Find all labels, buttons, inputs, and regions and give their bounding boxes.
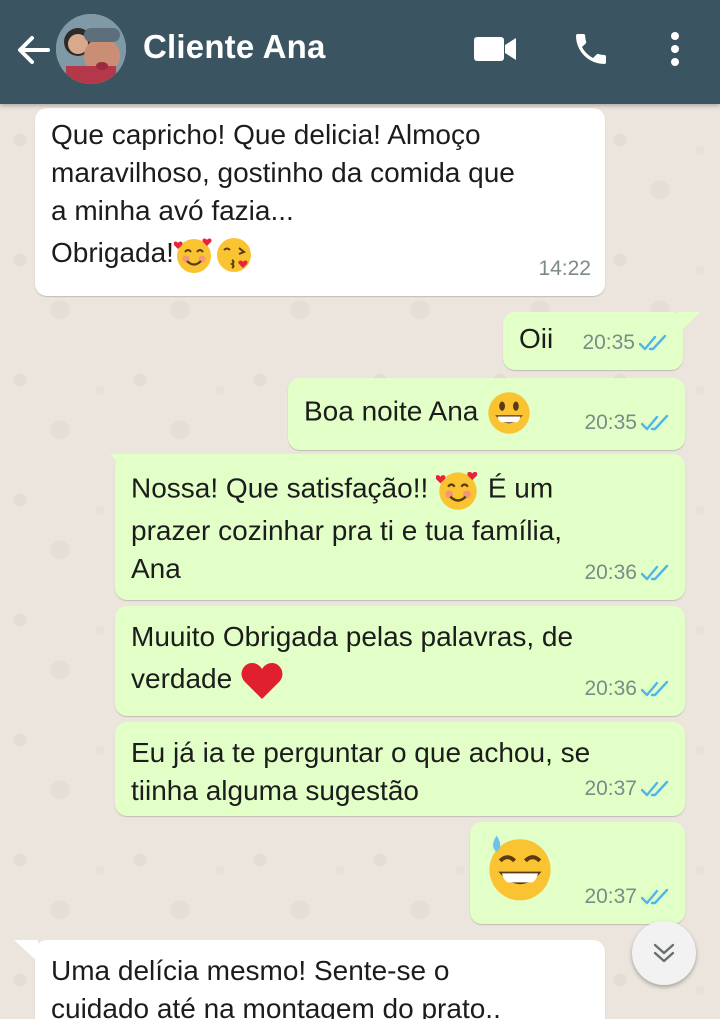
double-check-icon: [641, 780, 669, 797]
message-time: 20:36: [584, 561, 637, 584]
back-button[interactable]: [12, 28, 56, 72]
message-time: 20:35: [584, 411, 637, 434]
message-text: Muuito Obrigada pelas palavras, de: [131, 621, 574, 652]
message-text: Boa noite Ana: [304, 395, 479, 427]
more-options-button[interactable]: [650, 24, 700, 74]
smiling-face-with-hearts-emoji: [173, 238, 212, 273]
message-text: Obrigada!: [51, 237, 174, 268]
message-text: Uma delícia mesmo! Sente-se o: [51, 955, 450, 986]
message-text: verdade: [131, 663, 233, 694]
message-meta: 20:37: [584, 878, 671, 916]
message-text: É um: [487, 472, 554, 504]
red-heart-emoji: [241, 662, 283, 699]
message-time: 20:37: [584, 885, 637, 908]
grinning-face-with-sweat-emoji: [489, 835, 551, 901]
double-check-icon: [639, 334, 667, 351]
double-check-icon: [641, 414, 669, 431]
message-text: a minha avó fazia...: [51, 195, 294, 226]
message-bubble-outgoing[interactable]: Oii 20:35: [503, 312, 683, 370]
message-text: Eu já ia te perguntar o que achou, se: [131, 737, 591, 768]
double-check-icon: [641, 680, 669, 697]
message-meta: 20:35: [582, 324, 669, 362]
message-time: 14:22: [538, 257, 591, 280]
message-bubble-outgoing[interactable]: 20:37: [470, 822, 685, 924]
bubble-tail: [110, 454, 132, 476]
bubble-tail: [14, 940, 38, 962]
phone-icon: [576, 34, 606, 64]
message-text: maravilhoso, gostinho da comida que: [51, 157, 515, 188]
chevron-double-down-icon: [653, 943, 675, 963]
message-meta: 20:37: [584, 770, 671, 808]
message-meta: 14:22: [538, 250, 591, 288]
message-text: Que capricho! Que delicia! Almoço: [51, 119, 481, 150]
message-bubble-outgoing[interactable]: Boa noite Ana 20:35: [288, 378, 685, 450]
voice-call-button[interactable]: [566, 24, 616, 74]
message-meta: 20:36: [584, 554, 671, 592]
message-bubble-outgoing[interactable]: Nossa! Que satisfação!! É um prazer cozi…: [115, 454, 685, 600]
chat-header: Cliente Ana: [0, 0, 720, 104]
contact-avatar[interactable]: [56, 14, 126, 84]
message-meta: 20:36: [584, 670, 671, 708]
grinning-face-emoji: [488, 392, 530, 434]
message-meta: 20:35: [584, 404, 671, 442]
double-check-icon: [641, 888, 669, 905]
message-bubble-outgoing[interactable]: Muuito Obrigada pelas palavras, de verda…: [115, 606, 685, 716]
video-camera-icon: [474, 37, 516, 61]
message-time: 20:37: [584, 777, 637, 800]
smiling-face-with-hearts-emoji: [436, 471, 478, 510]
message-list[interactable]: Que capricho! Que delicia! Almoço maravi…: [0, 104, 720, 1019]
message-time: 20:36: [584, 677, 637, 700]
bubble-tail: [678, 312, 700, 334]
video-call-button[interactable]: [470, 24, 520, 74]
message-text: Nossa! Que satisfação!!: [131, 472, 437, 504]
avatar-image: [56, 14, 126, 84]
face-blowing-kiss-emoji: [216, 237, 251, 272]
message-bubble-outgoing[interactable]: Eu já ia te perguntar o que achou, se ti…: [115, 722, 685, 816]
scroll-to-bottom-button[interactable]: [632, 921, 696, 985]
arrow-left-icon: [18, 36, 50, 64]
contact-name[interactable]: Cliente Ana: [143, 27, 326, 67]
message-bubble-incoming[interactable]: Uma delícia mesmo! Sente-se o cuidado at…: [35, 940, 605, 1019]
message-bubble-incoming[interactable]: Que capricho! Que delicia! Almoço maravi…: [35, 108, 605, 296]
message-text: prazer cozinhar pra ti e tua família,: [131, 515, 563, 546]
more-vertical-icon: [671, 32, 679, 66]
double-check-icon: [641, 564, 669, 581]
message-time: 20:35: [582, 331, 635, 354]
message-text: cuidado até na montagem do prato..: [51, 993, 501, 1019]
